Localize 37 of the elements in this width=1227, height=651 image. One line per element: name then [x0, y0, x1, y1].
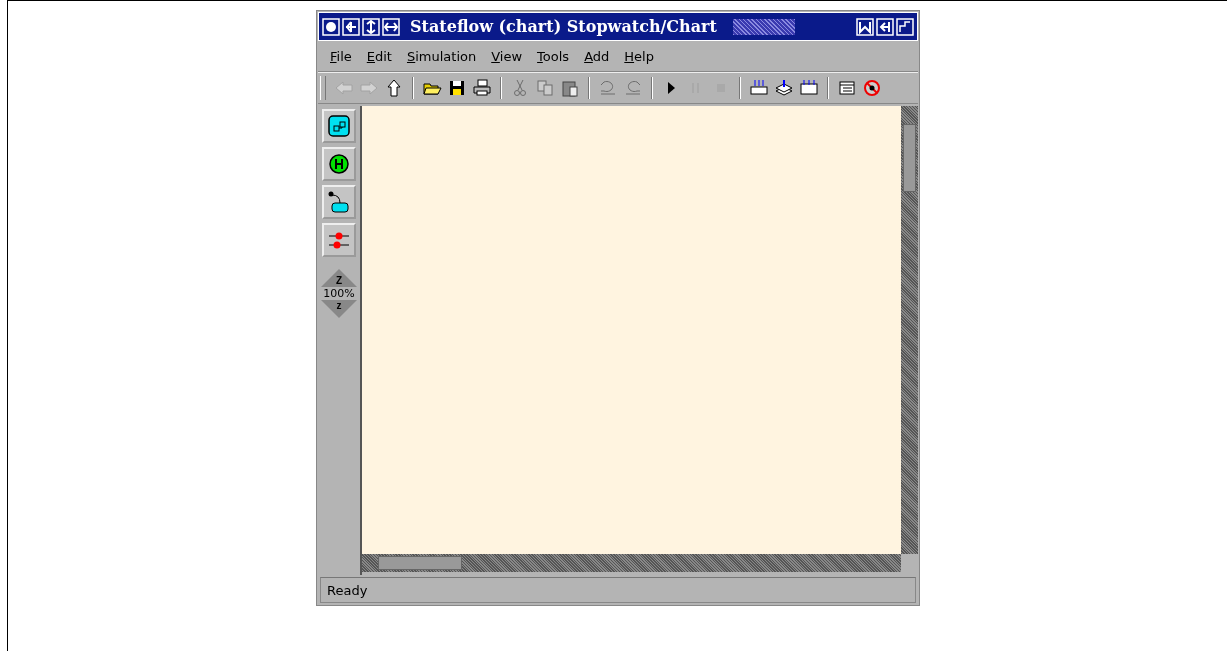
- state-tool-button[interactable]: [322, 109, 356, 143]
- restore-icon[interactable]: [876, 17, 894, 36]
- move-icon[interactable]: [342, 17, 360, 36]
- menu-item[interactable]: Help: [624, 48, 654, 64]
- history-tool-button[interactable]: [322, 147, 356, 181]
- debug-icon[interactable]: [862, 78, 882, 98]
- up-arrow-icon[interactable]: [384, 78, 404, 98]
- window-title: Stateflow (chart) Stopwatch/Chart: [410, 17, 717, 36]
- title-bar-pattern: [732, 18, 795, 35]
- zoom-level: 100%: [323, 287, 355, 300]
- menu-icon[interactable]: [322, 17, 340, 36]
- rebuild-icon[interactable]: [799, 78, 819, 98]
- clipboard-icon[interactable]: [560, 78, 580, 98]
- minimize-icon[interactable]: [856, 17, 874, 36]
- menu-item[interactable]: Add: [584, 48, 610, 64]
- zoom-out-button[interactable]: z: [321, 300, 357, 318]
- menu-item[interactable]: Tools: [537, 48, 570, 64]
- menu-item[interactable]: View: [491, 48, 523, 64]
- history-junction-icon: [327, 152, 351, 176]
- horizontal-scrollbar[interactable]: [362, 554, 901, 572]
- maximize-icon[interactable]: [896, 17, 914, 36]
- connective-tool-button[interactable]: [322, 223, 356, 257]
- status-text: Ready: [327, 582, 368, 598]
- stack-icon[interactable]: [774, 78, 794, 98]
- state-icon: [327, 114, 351, 138]
- default-transition-icon: [327, 190, 351, 214]
- vertical-scrollbar[interactable]: [901, 106, 918, 554]
- list-window-icon[interactable]: [837, 78, 857, 98]
- resize-horizontal-icon[interactable]: [382, 17, 400, 36]
- menu-item[interactable]: File: [330, 48, 352, 64]
- printer-icon[interactable]: [472, 78, 492, 98]
- menu-item[interactable]: Simulation: [406, 48, 477, 64]
- default-transition-tool-button[interactable]: [322, 185, 356, 219]
- menu-item[interactable]: Edit: [366, 48, 392, 64]
- zoom-in-button[interactable]: Z: [321, 269, 357, 287]
- build-icon[interactable]: [749, 78, 769, 98]
- resize-vertical-icon[interactable]: [362, 17, 380, 36]
